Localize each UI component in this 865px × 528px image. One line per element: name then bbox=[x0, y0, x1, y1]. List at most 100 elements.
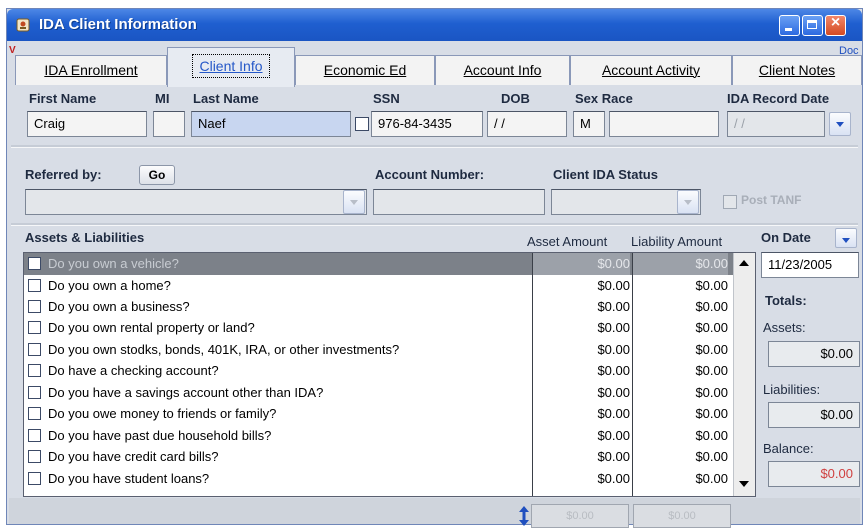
mi-label: MI bbox=[155, 91, 170, 106]
on-date-label: On Date bbox=[761, 230, 811, 245]
asset-amount[interactable]: $0.00 bbox=[532, 428, 630, 443]
asset-amount-header: Asset Amount bbox=[527, 234, 608, 249]
tab-client-info[interactable]: Client Info bbox=[167, 47, 295, 87]
row-checkbox[interactable] bbox=[28, 450, 41, 463]
table-row[interactable]: Do you have student loans? $0.00 $0.00 bbox=[24, 468, 736, 490]
dob-field[interactable]: / / bbox=[487, 111, 567, 137]
tab-account-info[interactable]: Account Info bbox=[435, 55, 570, 85]
referred-by-select bbox=[25, 189, 367, 215]
scroll-up-icon[interactable] bbox=[739, 260, 749, 266]
liability-total-field: $0.00 bbox=[633, 504, 731, 528]
totals-label: Totals: bbox=[765, 293, 807, 308]
dropdown-arrow-icon bbox=[343, 190, 365, 214]
asset-total-field: $0.00 bbox=[531, 504, 629, 528]
ida-status-label: Client IDA Status bbox=[553, 167, 658, 182]
question-text: Do you have past due household bills? bbox=[48, 428, 272, 443]
table-row[interactable]: Do you have past due household bills? $0… bbox=[24, 425, 736, 447]
first-name-field[interactable]: Craig bbox=[27, 111, 147, 137]
table-row[interactable]: Do you owe money to friends or family? $… bbox=[24, 403, 736, 425]
row-checkbox[interactable] bbox=[28, 407, 41, 420]
asset-amount[interactable]: $0.00 bbox=[532, 320, 630, 335]
resize-icon[interactable] bbox=[517, 505, 531, 527]
column-divider bbox=[632, 253, 633, 496]
liability-amount[interactable]: $0.00 bbox=[632, 406, 728, 421]
tab-client-notes[interactable]: Client Notes bbox=[732, 55, 862, 85]
asset-amount[interactable]: $0.00 bbox=[532, 471, 630, 486]
balance-value: $0.00 bbox=[768, 461, 860, 487]
ssn-field[interactable]: 976-84-3435 bbox=[371, 111, 483, 137]
row-checkbox[interactable] bbox=[28, 279, 41, 292]
question-text: Do you own rental property or land? bbox=[48, 320, 255, 335]
vertical-scrollbar[interactable] bbox=[733, 253, 755, 496]
ssn-label: SSN bbox=[373, 91, 400, 106]
table-row[interactable]: Do you own a business? $0.00 $0.00 bbox=[24, 296, 736, 318]
maximize-icon[interactable] bbox=[802, 15, 823, 36]
asset-amount[interactable]: $0.00 bbox=[532, 363, 630, 378]
asset-amount[interactable]: $0.00 bbox=[532, 278, 630, 293]
row-checkbox[interactable] bbox=[28, 300, 41, 313]
table-row[interactable]: Do have a checking account? $0.00 $0.00 bbox=[24, 360, 736, 382]
asset-amount[interactable]: $0.00 bbox=[532, 406, 630, 421]
race-field[interactable] bbox=[609, 111, 719, 137]
table-row[interactable]: Do you have a savings account other than… bbox=[24, 382, 736, 404]
dropdown-arrow-icon[interactable] bbox=[835, 228, 857, 248]
row-checkbox[interactable] bbox=[28, 386, 41, 399]
table-row[interactable]: Do you own stodks, bonds, 401K, IRA, or … bbox=[24, 339, 736, 361]
on-date-field[interactable]: 11/23/2005 bbox=[761, 252, 859, 278]
scroll-down-icon[interactable] bbox=[739, 481, 749, 487]
referred-by-label: Referred by: bbox=[25, 167, 102, 182]
dropdown-arrow-icon[interactable] bbox=[829, 112, 851, 136]
row-checkbox[interactable] bbox=[28, 257, 41, 270]
liability-amount[interactable]: $0.00 bbox=[632, 471, 728, 486]
liability-amount[interactable]: $0.00 bbox=[632, 253, 728, 275]
liability-amount[interactable]: $0.00 bbox=[632, 449, 728, 464]
liability-amount[interactable]: $0.00 bbox=[632, 320, 728, 335]
table-row[interactable]: Do you own a home? $0.00 $0.00 bbox=[24, 275, 736, 297]
liability-amount[interactable]: $0.00 bbox=[632, 385, 728, 400]
record-date-label: IDA Record Date bbox=[727, 91, 830, 106]
liabilities-total-value: $0.00 bbox=[768, 402, 860, 428]
corner-mark-right: Doc bbox=[839, 45, 859, 57]
asset-amount[interactable]: $0.00 bbox=[532, 253, 630, 275]
question-text: Do have a checking account? bbox=[48, 363, 219, 378]
row-checkbox[interactable] bbox=[28, 472, 41, 485]
totals-bar bbox=[9, 498, 860, 524]
assets-table: Do you own a vehicle? $0.00 $0.00 Do you… bbox=[23, 252, 756, 497]
liability-amount[interactable]: $0.00 bbox=[632, 363, 728, 378]
asset-amount[interactable]: $0.00 bbox=[532, 299, 630, 314]
window-title: IDA Client Information bbox=[39, 16, 197, 33]
go-button[interactable]: Go bbox=[139, 165, 175, 185]
question-text: Do you owe money to friends or family? bbox=[48, 406, 277, 421]
question-text: Do you own a business? bbox=[48, 299, 190, 314]
liability-amount[interactable]: $0.00 bbox=[632, 278, 728, 293]
question-text: Do you have student loans? bbox=[48, 471, 210, 486]
table-row[interactable]: Do you own a vehicle? $0.00 $0.00 bbox=[24, 253, 736, 275]
assets-total-label: Assets: bbox=[763, 320, 806, 335]
tab-ida-enrollment[interactable]: IDA Enrollment bbox=[15, 55, 167, 85]
asset-amount[interactable]: $0.00 bbox=[532, 342, 630, 357]
question-text: Do you own a vehicle? bbox=[48, 256, 179, 271]
row-checkbox[interactable] bbox=[28, 364, 41, 377]
last-name-checkbox[interactable] bbox=[355, 117, 369, 131]
row-checkbox[interactable] bbox=[28, 429, 41, 442]
liability-amount[interactable]: $0.00 bbox=[632, 428, 728, 443]
tab-strip: V IDA Enrollment Client Info Economic Ed… bbox=[7, 43, 862, 87]
asset-amount[interactable]: $0.00 bbox=[532, 385, 630, 400]
table-row[interactable]: Do you own rental property or land? $0.0… bbox=[24, 317, 736, 339]
liability-amount-header: Liability Amount bbox=[631, 234, 723, 249]
mi-field[interactable] bbox=[153, 111, 185, 137]
sex-field[interactable]: M bbox=[573, 111, 605, 137]
tab-economic-ed[interactable]: Economic Ed bbox=[295, 55, 435, 85]
ida-client-window: IDA Client Information × V IDA Enrollmen… bbox=[6, 8, 863, 528]
tab-account-activity[interactable]: Account Activity bbox=[570, 55, 732, 85]
close-icon[interactable]: × bbox=[825, 14, 846, 36]
minimize-icon[interactable] bbox=[779, 15, 800, 36]
row-checkbox[interactable] bbox=[28, 321, 41, 334]
last-name-field[interactable]: Naef bbox=[191, 111, 351, 137]
liability-amount[interactable]: $0.00 bbox=[632, 342, 728, 357]
liability-amount[interactable]: $0.00 bbox=[632, 299, 728, 314]
row-checkbox[interactable] bbox=[28, 343, 41, 356]
column-divider bbox=[532, 253, 533, 496]
asset-amount[interactable]: $0.00 bbox=[532, 449, 630, 464]
table-row[interactable]: Do you have credit card bills? $0.00 $0.… bbox=[24, 446, 736, 468]
